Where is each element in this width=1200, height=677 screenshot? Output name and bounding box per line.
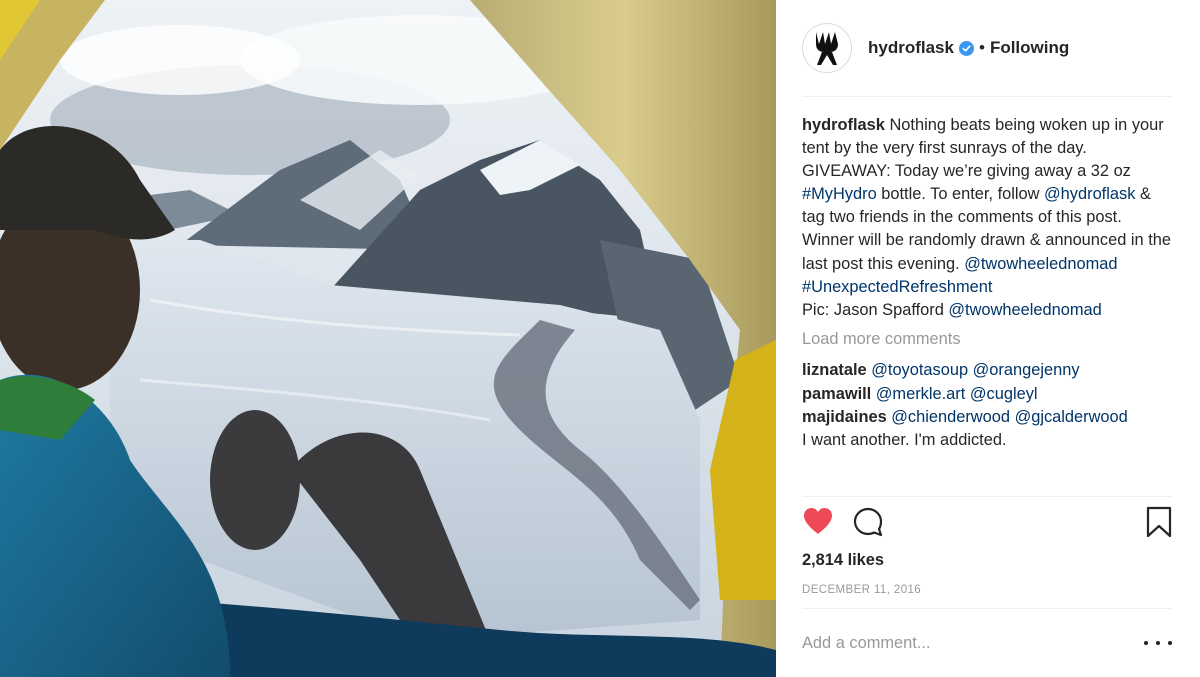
header-username[interactable]: hydroflask	[868, 38, 954, 58]
comment-mention[interactable]: @orangejenny	[973, 361, 1080, 379]
add-comment-input[interactable]	[802, 628, 1122, 658]
verified-badge-icon	[958, 40, 974, 56]
like-button[interactable]	[802, 506, 834, 536]
mention-hydroflask[interactable]: @hydroflask	[1044, 185, 1135, 203]
save-button[interactable]	[1146, 506, 1172, 538]
more-dot	[1144, 641, 1148, 645]
heart-filled-icon	[804, 508, 832, 534]
post-date[interactable]: DECEMBER 11, 2016	[802, 584, 921, 596]
following-button[interactable]: Following	[990, 38, 1069, 58]
hashtag-myhydro[interactable]: #MyHydro	[802, 185, 877, 203]
comment-username[interactable]: pamawill	[802, 385, 871, 403]
mention-twowheelednomad[interactable]: @twowheelednomad	[964, 255, 1117, 273]
tent-glacier-photo	[0, 0, 776, 677]
caption-text-4: Pic: Jason Spafford	[802, 300, 949, 319]
more-dot	[1156, 641, 1160, 645]
comment-item: majidaines @chienderwood @gjcalderwood I …	[802, 406, 1172, 452]
comments-section: hydroflask Nothing beats being woken up …	[802, 114, 1172, 453]
likes-count[interactable]: 2,814 likes	[802, 551, 884, 570]
comment-mention[interactable]: @merkle.art	[876, 385, 966, 403]
comment-mention[interactable]: @toyotasoup	[871, 361, 968, 379]
comment-username[interactable]: majidaines	[802, 408, 887, 426]
bookmark-icon	[1146, 506, 1172, 538]
comment-button[interactable]	[852, 506, 884, 538]
comment-mention[interactable]: @gjcalderwood	[1015, 408, 1128, 426]
post-photo[interactable]	[0, 0, 776, 677]
comment-item: pamawill @merkle.art @cugleyl	[802, 383, 1172, 406]
comment-mention[interactable]: @chienderwood	[891, 408, 1010, 426]
header-separator: •	[978, 38, 985, 57]
hashtag-unexpectedrefreshment[interactable]: #UnexpectedRefreshment	[802, 278, 992, 296]
more-dot	[1168, 641, 1172, 645]
post-caption: hydroflask Nothing beats being woken up …	[802, 114, 1172, 322]
comment-mention[interactable]: @cugleyl	[970, 385, 1038, 403]
mention-photographer[interactable]: @twowheelednomad	[948, 301, 1101, 319]
header-divider	[802, 96, 1172, 97]
footer-divider	[802, 608, 1172, 609]
comment-bubble-icon	[853, 507, 883, 537]
action-bar	[802, 506, 1172, 544]
hydroflask-logo-icon	[816, 32, 838, 65]
load-more-comments-link[interactable]: Load more comments	[802, 328, 1172, 351]
comment-username[interactable]: liznatale	[802, 361, 867, 379]
comment-item: liznatale @toyotasoup @orangejenny	[802, 359, 1172, 382]
comment-text: I want another. I'm addicted.	[802, 431, 1007, 450]
post-details-panel: hydroflask • Following hydroflask Nothin…	[776, 0, 1200, 677]
more-options-icon[interactable]	[1144, 630, 1172, 656]
post-header: hydroflask • Following	[802, 20, 1172, 76]
avatar[interactable]	[802, 23, 852, 73]
caption-username[interactable]: hydroflask	[802, 116, 885, 134]
comments-divider	[802, 496, 1172, 497]
caption-text-2: bottle. To enter, follow	[876, 185, 1045, 204]
